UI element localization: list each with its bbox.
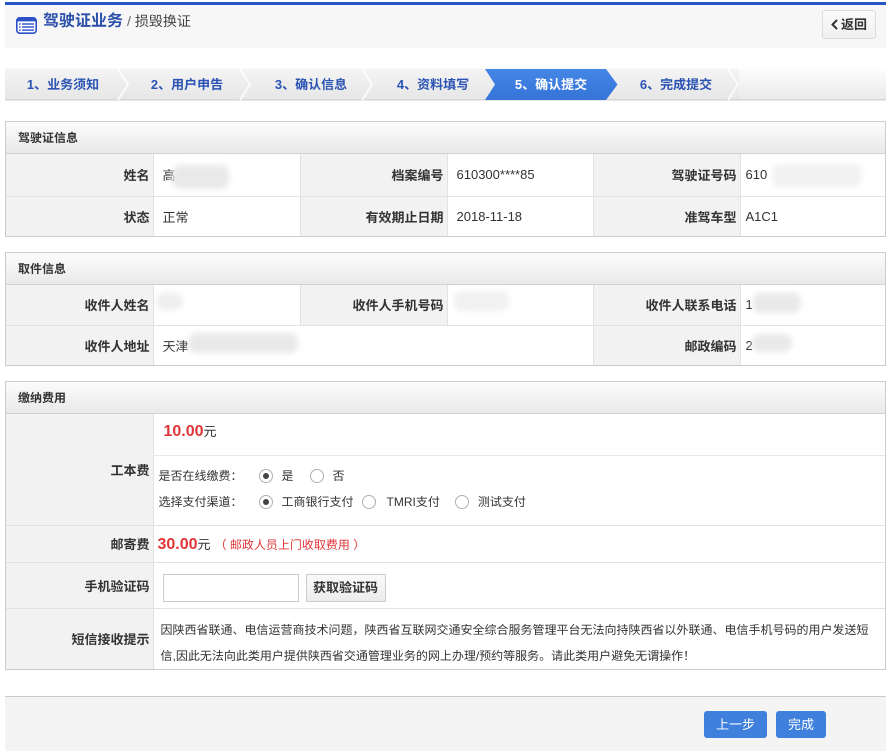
- svg-text:3、确认信息: 3、确认信息: [275, 77, 347, 92]
- svg-text:5、确认提交: 5、确认提交: [515, 77, 587, 92]
- svg-text:6、完成提交: 6、完成提交: [640, 77, 712, 92]
- svg-text:4、资料填写: 4、资料填写: [397, 77, 469, 92]
- svg-text:1、业务须知: 1、业务须知: [27, 77, 99, 92]
- svg-text:2、用户申告: 2、用户申告: [151, 77, 223, 92]
